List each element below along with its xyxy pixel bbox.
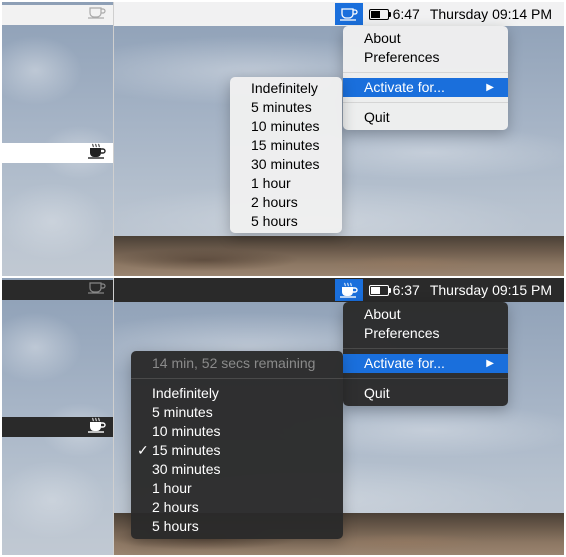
menubar-clock[interactable]: Thursday 09:15 PM [430, 282, 552, 298]
coffee-cup-outline-icon [339, 8, 358, 21]
menu-item-quit[interactable]: Quit [343, 384, 508, 403]
activate-submenu: Indefinitely 5 minutes 10 minutes 15 min… [230, 77, 342, 233]
caffeine-menu: About Preferences Activate for... ▶ Quit [343, 26, 508, 130]
submenu-item-5-hours[interactable]: 5 hours [230, 212, 342, 231]
submenu-arrow-icon: ▶ [486, 82, 494, 93]
submenu-item-30-minutes[interactable]: 30 minutes [230, 155, 342, 174]
top-menubar: 6:47 Thursday 09:14 PM [114, 2, 564, 26]
coffee-cup-steaming-icon[interactable] [87, 417, 107, 438]
submenu-item-15-minutes[interactable]: 15 minutes [230, 136, 342, 155]
menu-separator [343, 102, 508, 103]
battery-icon [368, 284, 391, 296]
submenu-item-5-minutes[interactable]: 5 minutes [131, 403, 343, 422]
battery-status[interactable]: 6:37 [368, 282, 420, 298]
submenu-item-15-minutes[interactable]: ✓ 15 minutes [131, 441, 343, 460]
top-left-menubar [2, 5, 113, 25]
menubar-clock[interactable]: Thursday 09:14 PM [430, 6, 552, 22]
divider [2, 276, 564, 278]
caffeine-menubar-button[interactable] [334, 279, 363, 301]
menu-separator [343, 348, 508, 349]
caffeine-menu: About Preferences Activate for... ▶ Quit [343, 302, 508, 406]
top-left-desktop [2, 2, 113, 276]
battery-status[interactable]: 6:47 [368, 6, 420, 22]
coffee-cup-steaming-icon [339, 282, 358, 298]
submenu-item-indefinitely[interactable]: Indefinitely [230, 79, 342, 98]
menu-item-preferences[interactable]: Preferences [343, 48, 508, 67]
menu-item-label: Activate for... [364, 79, 445, 95]
activate-submenu: 14 min, 52 secs remaining Indefinitely 5… [131, 351, 343, 539]
battery-time: 6:37 [392, 282, 420, 298]
submenu-item-5-hours[interactable]: 5 hours [131, 517, 343, 536]
divider [113, 2, 114, 555]
submenu-item-30-minutes[interactable]: 30 minutes [131, 460, 343, 479]
submenu-item-10-minutes[interactable]: 10 minutes [131, 422, 343, 441]
bottom-left-menubar [2, 280, 113, 300]
menu-item-label: Activate for... [364, 355, 445, 371]
submenu-item-10-minutes[interactable]: 10 minutes [230, 117, 342, 136]
coffee-cup-outline-icon[interactable] [87, 281, 107, 299]
submenu-item-label: 15 minutes [152, 442, 221, 458]
coffee-cup-outline-icon[interactable] [87, 6, 107, 24]
submenu-arrow-icon: ▶ [486, 358, 494, 369]
menu-separator [343, 378, 508, 379]
menu-item-about[interactable]: About [343, 29, 508, 48]
time-remaining-status: 14 min, 52 secs remaining [152, 355, 316, 371]
menu-item-about[interactable]: About [343, 305, 508, 324]
top-left-menubar-active [2, 143, 113, 163]
submenu-item-1-hour[interactable]: 1 hour [131, 479, 343, 498]
checkmark-icon: ✓ [137, 442, 149, 458]
submenu-item-5-minutes[interactable]: 5 minutes [230, 98, 342, 117]
submenu-item-2-hours[interactable]: 2 hours [131, 498, 343, 517]
bottom-left-menubar-active [2, 417, 113, 437]
menu-separator [343, 72, 508, 73]
menu-item-preferences[interactable]: Preferences [343, 324, 508, 343]
menu-item-quit[interactable]: Quit [343, 108, 508, 127]
submenu-item-2-hours[interactable]: 2 hours [230, 193, 342, 212]
menu-item-activate-for[interactable]: Activate for... ▶ [343, 354, 508, 373]
caffeine-menubar-button[interactable] [334, 3, 363, 25]
coffee-cup-steaming-icon[interactable] [87, 143, 107, 164]
submenu-item-indefinitely[interactable]: Indefinitely [131, 384, 343, 403]
battery-time: 6:47 [392, 6, 420, 22]
menu-separator [131, 378, 343, 379]
battery-icon [368, 8, 391, 20]
menu-item-activate-for[interactable]: Activate for... ▶ [343, 78, 508, 97]
submenu-item-1-hour[interactable]: 1 hour [230, 174, 342, 193]
bottom-menubar: 6:37 Thursday 09:15 PM [114, 278, 564, 302]
